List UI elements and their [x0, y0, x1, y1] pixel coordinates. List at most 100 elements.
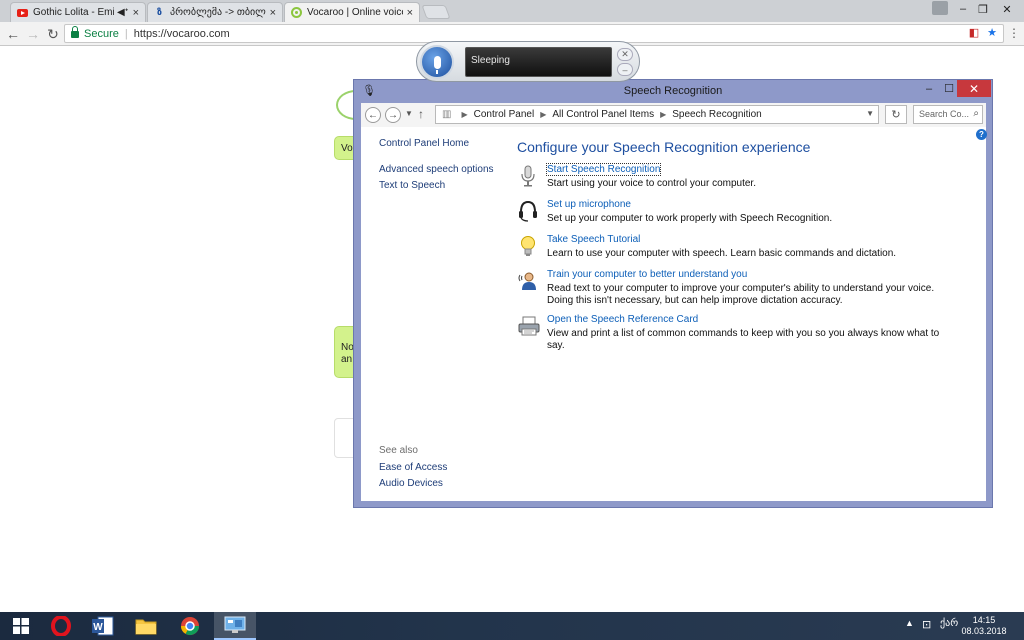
omnibox-icons: ◧ ★	[969, 26, 997, 39]
breadcrumb-all-items[interactable]: All Control Panel Items	[552, 109, 654, 120]
search-control-panel-input[interactable]: Search Co... ⌕	[913, 105, 983, 124]
vocaroo-info-line: E	[341, 330, 357, 342]
task-set-up-microphone: Set up microphone Set up your computer t…	[517, 199, 937, 227]
browser-minimize-button[interactable]: –	[952, 0, 974, 18]
youtube-icon	[17, 7, 28, 18]
breadcrumb-separator[interactable]: ▶	[660, 110, 666, 119]
separator: |	[124, 27, 128, 40]
vocaroo-info-line: an	[341, 354, 353, 365]
start-speech-recognition-link[interactable]: Start Speech Recognition	[545, 163, 662, 176]
refresh-icon[interactable]: ↻	[885, 105, 907, 124]
text-to-speech-link[interactable]: Text to Speech	[379, 180, 445, 191]
microphone-icon	[433, 55, 441, 74]
tab-gothic-lolita[interactable]: Gothic Lolita - Emilie ◀ᐩ ×	[10, 2, 146, 22]
task-description: Start using your voice to control your c…	[547, 178, 756, 189]
vocaroo-icon	[291, 7, 302, 18]
train-computer-link[interactable]: Train your computer to better understand…	[547, 269, 747, 280]
window-title-bar[interactable]: 🎙 Speech Recognition – ☐ ✕	[354, 80, 992, 102]
ease-of-access-link[interactable]: Ease of Access	[379, 462, 447, 473]
browser-tab-strip: Gothic Lolita - Emilie ◀ᐩ × ზ პრობლემა -…	[0, 0, 1024, 22]
breadcrumb-speech-recognition[interactable]: Speech Recognition	[672, 109, 762, 120]
page-title: Configure your Speech Recognition experi…	[517, 139, 811, 155]
extension-icon[interactable]: ◧	[969, 26, 979, 39]
speech-reference-card-link[interactable]: Open the Speech Reference Card	[547, 314, 698, 325]
task-description: View and print a list of common commands…	[547, 328, 940, 351]
taskbar: W ▲ ⊡ ქარ 14:15 08.03.2018	[0, 612, 1024, 640]
window-minimize-button[interactable]: –	[918, 80, 940, 97]
breadcrumb[interactable]: ▥ ▶ Control Panel ▶ All Control Panel It…	[435, 105, 879, 124]
forward-arrow-icon[interactable]: →	[385, 107, 401, 123]
take-speech-tutorial-link[interactable]: Take Speech Tutorial	[547, 234, 640, 245]
control-panel-home-link[interactable]: Control Panel Home	[379, 138, 469, 149]
printer-icon	[517, 314, 540, 336]
speech-bar-minimize-button[interactable]: –	[617, 63, 633, 76]
browser-close-button[interactable]: ✕	[996, 0, 1018, 18]
microphone-icon	[517, 164, 539, 187]
speech-recognition-window: 🎙 Speech Recognition – ☐ ✕ ← → ▼ ↑ ▥ ▶ C…	[353, 79, 993, 508]
bookmark-star-icon[interactable]: ★	[987, 26, 997, 39]
task-speech-reference-card: Open the Speech Reference Card View and …	[517, 314, 939, 351]
tab-vocaroo[interactable]: Vocaroo | Online voice re ×	[284, 2, 420, 22]
task-start-speech-recognition: Start Speech Recognition Start using you…	[517, 163, 937, 192]
control-panel-icon[interactable]	[214, 612, 256, 640]
window-title: Speech Recognition	[623, 85, 723, 97]
secure-label: Secure	[84, 27, 119, 40]
breadcrumb-separator[interactable]: ▶	[540, 110, 546, 119]
word-icon[interactable]: W	[82, 612, 124, 640]
back-arrow-icon[interactable]: ←	[4, 25, 22, 43]
tab-title: Vocaroo | Online voice re	[307, 7, 403, 18]
back-arrow-icon[interactable]: ←	[365, 107, 381, 123]
task-description: Read text to your computer to improve yo…	[547, 283, 935, 306]
tab-close-button[interactable]: ×	[133, 7, 139, 19]
task-take-speech-tutorial: Take Speech Tutorial Learn to use your c…	[517, 234, 937, 262]
breadcrumb-control-panel[interactable]: Control Panel	[474, 109, 535, 120]
chrome-icon[interactable]	[169, 612, 211, 640]
profile-icon[interactable]	[932, 1, 948, 15]
address-dropdown-icon[interactable]: ▼	[866, 109, 874, 118]
search-icon[interactable]: ⌕	[973, 108, 979, 119]
speech-status-text: Sleeping	[471, 55, 510, 66]
speaker-icon[interactable]: ◀ᐩ	[117, 7, 129, 18]
windows-start-icon[interactable]	[0, 612, 42, 640]
breadcrumb-separator[interactable]: ▶	[461, 110, 467, 119]
tab-close-button[interactable]: ×	[407, 7, 413, 19]
tab-georgian-site[interactable]: ზ პრობლემა -> თბილის ×	[147, 2, 283, 22]
tab-close-button[interactable]: ×	[270, 7, 276, 19]
vocaroo-info-line: No	[341, 342, 354, 353]
task-description: Learn to use your computer with speech. …	[547, 248, 897, 259]
network-icon[interactable]: ⊡	[922, 618, 931, 631]
tab-title: Gothic Lolita - Emilie	[33, 7, 114, 18]
secure-indicator: Secure	[71, 26, 119, 40]
window-content: ? Control Panel Home Advanced speech opt…	[361, 127, 987, 501]
speech-bar-close-button[interactable]: ✕	[617, 48, 633, 61]
window-close-button[interactable]: ✕	[957, 80, 991, 97]
file-explorer-icon[interactable]	[125, 612, 167, 640]
task-description: Set up your computer to work properly wi…	[547, 213, 833, 224]
see-also-label: See also	[379, 445, 418, 456]
forward-arrow-icon[interactable]: →	[24, 25, 42, 43]
recent-locations-chevron-icon[interactable]: ▼	[405, 109, 413, 118]
microphone-toggle-button[interactable]	[420, 45, 454, 79]
language-indicator[interactable]: ქარ	[940, 618, 958, 629]
user-voice-icon	[517, 269, 539, 291]
reload-icon[interactable]: ↻	[44, 25, 62, 43]
speech-status-panel: Sleeping	[465, 47, 612, 77]
explorer-address-row: ← → ▼ ↑ ▥ ▶ Control Panel ▶ All Control …	[361, 103, 986, 127]
control-panel-icon: ▥	[442, 109, 452, 120]
clock-date: 08.03.2018	[961, 626, 1007, 636]
browser-restore-button[interactable]: ❐	[972, 0, 994, 18]
help-icon[interactable]: ?	[976, 129, 987, 140]
opera-icon[interactable]	[40, 612, 82, 640]
lock-icon	[71, 26, 79, 38]
speech-recognition-bar[interactable]: Sleeping ✕ –	[416, 41, 640, 82]
audio-devices-link[interactable]: Audio Devices	[379, 478, 443, 489]
system-clock[interactable]: 14:15 08.03.2018	[960, 615, 1008, 637]
advanced-speech-options-link[interactable]: Advanced speech options	[379, 164, 494, 175]
browser-menu-icon[interactable]: ⋮	[1008, 26, 1020, 40]
vocaroo-box-text: Vo	[341, 143, 353, 154]
tab-title: პრობლემა -> თბილის	[170, 7, 266, 18]
up-arrow-icon[interactable]: ↑	[418, 107, 424, 121]
new-tab-button[interactable]	[421, 5, 451, 19]
set-up-microphone-link[interactable]: Set up microphone	[547, 199, 631, 210]
tray-overflow-icon[interactable]: ▲	[905, 618, 914, 628]
